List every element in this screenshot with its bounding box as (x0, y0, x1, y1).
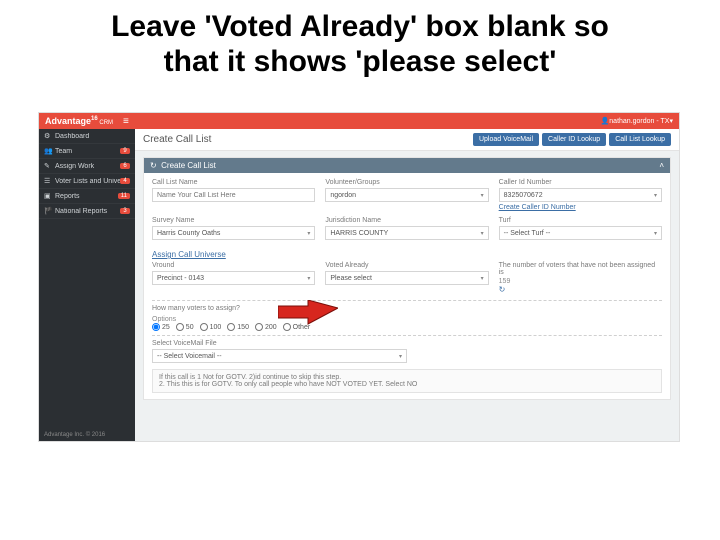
chevron-down-icon: ▾ (654, 230, 657, 237)
chevron-down-icon: ▾ (654, 192, 657, 199)
brand-logo: Advantage16 CRM (45, 116, 113, 126)
team-icon: 👥 (44, 147, 52, 155)
create-caller-id-link[interactable]: Create Caller ID Number (499, 204, 576, 211)
field-label: Jurisdiction Name (325, 217, 488, 224)
jurisdiction-select[interactable]: HARRIS COUNTY▾ (325, 226, 488, 240)
create-call-list-panel: ↻ Create Call List ˄ Call List Name Volu… (143, 157, 671, 400)
field-label: Vround (152, 262, 315, 269)
vround-select[interactable]: Precinct - 0143▾ (152, 271, 315, 285)
chevron-down-icon: ▾ (669, 117, 673, 125)
instruction-note: If this call is 1 Not for GOTV. 2)id con… (152, 369, 662, 393)
page-header: Create Call List Upload VoiceMail Caller… (135, 129, 679, 151)
gauge-icon: ⚙ (44, 132, 52, 140)
call-list-lookup-button[interactable]: Call List Lookup (609, 133, 671, 146)
sidebar-item-dashboard[interactable]: ⚙Dashboard (39, 129, 135, 144)
options-label: Options (152, 316, 176, 323)
field-label: How many voters to assign? (152, 305, 662, 312)
sidebar-item-national-reports[interactable]: 🏴National Reports3 (39, 204, 135, 219)
radio-200[interactable]: 200 (255, 323, 277, 331)
assign-count-radios: 25 50 100 150 200 Other (152, 323, 662, 331)
volunteer-groups-select[interactable]: ngordon▾ (325, 188, 488, 202)
panel-header: ↻ Create Call List ˄ (144, 158, 670, 173)
voicemail-select[interactable]: -- Select Voicemail --▾ (152, 349, 407, 363)
field-label: The number of voters that have not been … (499, 262, 662, 276)
sidebar: ⚙Dashboard 👥Team9 ✎Assign Work6 ☰Voter L… (39, 129, 135, 441)
turf-select[interactable]: -- Select Turf --▾ (499, 226, 662, 240)
sidebar-footer: Advantage Inc. © 2016 (39, 429, 135, 441)
refresh-icon[interactable]: ↻ (499, 285, 506, 294)
radio-150[interactable]: 150 (227, 323, 249, 331)
chevron-down-icon: ▾ (307, 275, 310, 282)
field-label: Volunteer/Groups (325, 179, 488, 186)
slide-title: Leave 'Voted Already' box blank so that … (0, 0, 720, 83)
page-title: Create Call List (143, 134, 211, 145)
assign-call-universe-link[interactable]: Assign Call Universe (152, 250, 226, 259)
app-screenshot: Advantage16 CRM ≡ 👤 nathan.gordon - TX ▾… (38, 112, 680, 442)
field-label: Voted Already (325, 262, 488, 269)
radio-25[interactable]: 25 (152, 323, 170, 331)
topbar: Advantage16 CRM ≡ 👤 nathan.gordon - TX ▾ (39, 113, 679, 129)
menu-toggle-icon[interactable]: ≡ (123, 116, 129, 127)
caller-id-select[interactable]: 8325070672▾ (499, 188, 662, 202)
field-label: Caller Id Number (499, 179, 662, 186)
voted-already-select[interactable]: Please select▾ (325, 271, 488, 285)
unassigned-count: 159 (499, 278, 662, 285)
pencil-icon: ✎ (44, 162, 52, 170)
field-label: Survey Name (152, 217, 315, 224)
radio-100[interactable]: 100 (200, 323, 222, 331)
sidebar-item-assign-work[interactable]: ✎Assign Work6 (39, 159, 135, 174)
chevron-down-icon: ▾ (481, 192, 484, 199)
chart-icon: ▣ (44, 192, 52, 200)
user-menu[interactable]: 👤 nathan.gordon - TX ▾ (601, 113, 673, 129)
chevron-down-icon: ▾ (399, 353, 402, 360)
caller-id-lookup-button[interactable]: Caller ID Lookup (542, 133, 606, 146)
refresh-icon[interactable]: ↻ (150, 161, 157, 170)
radio-50[interactable]: 50 (176, 323, 194, 331)
chevron-down-icon: ▾ (307, 230, 310, 237)
chevron-down-icon: ▾ (481, 275, 484, 282)
field-label: Select VoiceMail File (152, 340, 662, 347)
sidebar-item-team[interactable]: 👥Team9 (39, 144, 135, 159)
call-list-name-input[interactable] (152, 188, 315, 202)
badge: 6 (120, 163, 130, 169)
list-icon: ☰ (44, 177, 52, 185)
badge: 9 (120, 148, 130, 154)
survey-name-select[interactable]: Harris County Oaths▾ (152, 226, 315, 240)
badge: 11 (118, 193, 130, 199)
badge: 3 (120, 208, 130, 214)
sidebar-item-reports[interactable]: ▣Reports11 (39, 189, 135, 204)
flag-icon: 🏴 (44, 207, 52, 215)
field-label: Turf (499, 217, 662, 224)
badge: 4 (120, 178, 130, 184)
user-icon: 👤 (601, 117, 610, 125)
main-content: Create Call List Upload VoiceMail Caller… (135, 129, 679, 441)
chevron-down-icon: ▾ (481, 230, 484, 237)
field-label: Call List Name (152, 179, 315, 186)
upload-voicemail-button[interactable]: Upload VoiceMail (473, 133, 539, 146)
sidebar-item-voter-lists[interactable]: ☰Voter Lists and Universes4 (39, 174, 135, 189)
radio-other[interactable]: Other (283, 323, 311, 331)
collapse-icon[interactable]: ˄ (659, 161, 664, 170)
